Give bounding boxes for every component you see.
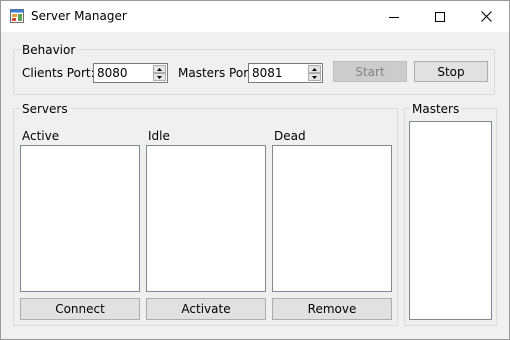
masters-port-label: Masters Port: xyxy=(178,66,257,80)
servers-group-label: Servers xyxy=(20,102,70,116)
stop-button[interactable]: Stop xyxy=(414,61,488,82)
minimize-icon xyxy=(389,12,399,22)
masters-port-stepper[interactable] xyxy=(248,63,323,83)
maximize-icon xyxy=(435,11,445,22)
spin-down-icon xyxy=(157,75,162,79)
masters-port-up-button[interactable] xyxy=(308,65,321,73)
idle-list-label: Idle xyxy=(148,129,170,143)
start-button[interactable]: Start xyxy=(333,61,407,82)
close-icon xyxy=(480,11,492,22)
spin-up-icon xyxy=(312,67,317,71)
active-list-label: Active xyxy=(22,129,60,143)
idle-servers-list[interactable] xyxy=(146,145,266,292)
activate-button[interactable]: Activate xyxy=(146,298,266,320)
active-servers-list[interactable] xyxy=(20,145,140,292)
connect-button[interactable]: Connect xyxy=(20,298,140,320)
spin-down-icon xyxy=(312,75,317,79)
server-manager-window: Server Manager Behavior Clients Port: 80… xyxy=(0,0,510,340)
windows-forms-app-icon xyxy=(10,9,24,23)
clients-port-stepper[interactable] xyxy=(93,63,168,83)
maximize-button[interactable] xyxy=(417,1,463,32)
spin-up-icon xyxy=(157,67,162,71)
masters-port-spin-buttons[interactable] xyxy=(308,65,321,81)
clients-port-up-button[interactable] xyxy=(153,65,166,73)
window-title: Server Manager xyxy=(31,9,127,23)
clients-port-label: Clients Port: xyxy=(22,66,95,80)
masters-group-label: Masters xyxy=(410,102,462,116)
masters-list[interactable] xyxy=(409,121,492,320)
clients-port-spin-buttons[interactable] xyxy=(153,65,166,81)
remove-button[interactable]: Remove xyxy=(272,298,392,320)
minimize-button[interactable] xyxy=(371,1,417,32)
behavior-group-label: Behavior xyxy=(20,43,78,57)
dead-servers-list[interactable] xyxy=(272,145,392,292)
close-button[interactable] xyxy=(463,1,509,32)
dead-list-label: Dead xyxy=(274,129,306,143)
clients-port-down-button[interactable] xyxy=(153,73,166,81)
clients-port-input[interactable] xyxy=(94,64,155,82)
masters-port-input[interactable] xyxy=(249,64,310,82)
title-bar[interactable]: Server Manager xyxy=(1,1,509,32)
masters-port-down-button[interactable] xyxy=(308,73,321,81)
